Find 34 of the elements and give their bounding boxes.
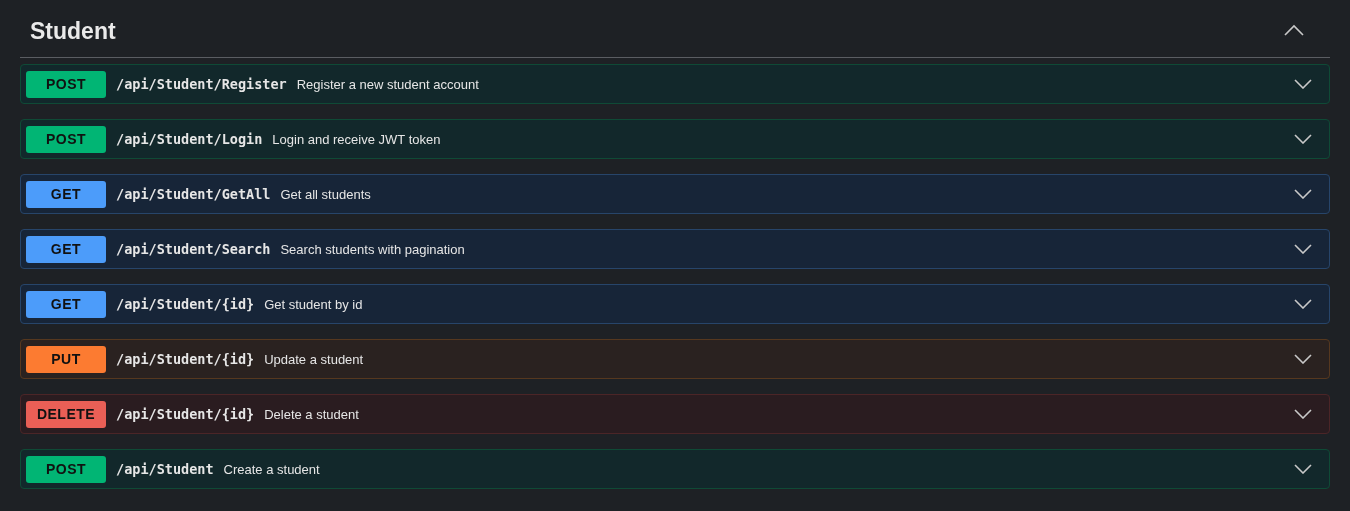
endpoint-path: /api/Student/{id} xyxy=(116,296,255,312)
endpoint-row[interactable]: POST /api/Student/Register Register a new student account xyxy=(20,64,1330,104)
endpoint-path: /api/Student/{id} xyxy=(116,351,255,367)
endpoint-row[interactable]: PUT /api/Student/{id} Update a student xyxy=(20,339,1330,379)
endpoint-row[interactable]: POST /api/Student/Login Login and receive JWT token xyxy=(20,119,1330,159)
endpoint-path: /api/Student/Login xyxy=(116,131,263,147)
endpoint-summary: Create a student xyxy=(223,461,320,477)
endpoint-summary: Update a student xyxy=(264,351,364,367)
endpoint-summary: Get student by id xyxy=(264,296,363,312)
method-badge: GET xyxy=(26,180,106,208)
endpoint-summary: Register a new student account xyxy=(296,76,479,92)
endpoint-summary: Get all students xyxy=(280,186,371,202)
endpoint-summary: Delete a student xyxy=(264,406,359,422)
endpoint-row[interactable]: POST /api/Student Create a student xyxy=(20,449,1330,489)
section-title: Student xyxy=(30,18,116,45)
method-badge: PUT xyxy=(26,345,106,373)
endpoint-row[interactable]: GET /api/Student/GetAll Get all students xyxy=(20,174,1330,214)
endpoint-path: /api/Student/{id} xyxy=(116,406,255,422)
method-badge: POST xyxy=(26,455,106,483)
endpoint-path: /api/Student/GetAll xyxy=(116,186,271,202)
method-badge: GET xyxy=(26,235,106,263)
endpoint-row[interactable]: DELETE /api/Student/{id} Delete a student xyxy=(20,394,1330,434)
endpoint-row[interactable]: GET /api/Student/{id} Get student by id xyxy=(20,284,1330,324)
method-badge: GET xyxy=(26,290,106,318)
method-badge: DELETE xyxy=(26,400,106,428)
endpoint-summary: Search students with pagination xyxy=(280,241,465,257)
endpoint-path: /api/Student xyxy=(116,461,214,477)
endpoint-path: /api/Student/Register xyxy=(116,76,287,92)
endpoint-row[interactable]: GET /api/Student/Search Search students with pagination xyxy=(20,229,1330,269)
endpoint-path: /api/Student/Search xyxy=(116,241,271,257)
endpoint-summary: Login and receive JWT token xyxy=(272,131,441,147)
method-badge: POST xyxy=(26,70,106,98)
method-badge: POST xyxy=(26,125,106,153)
section-header[interactable]: Student xyxy=(20,0,1330,58)
